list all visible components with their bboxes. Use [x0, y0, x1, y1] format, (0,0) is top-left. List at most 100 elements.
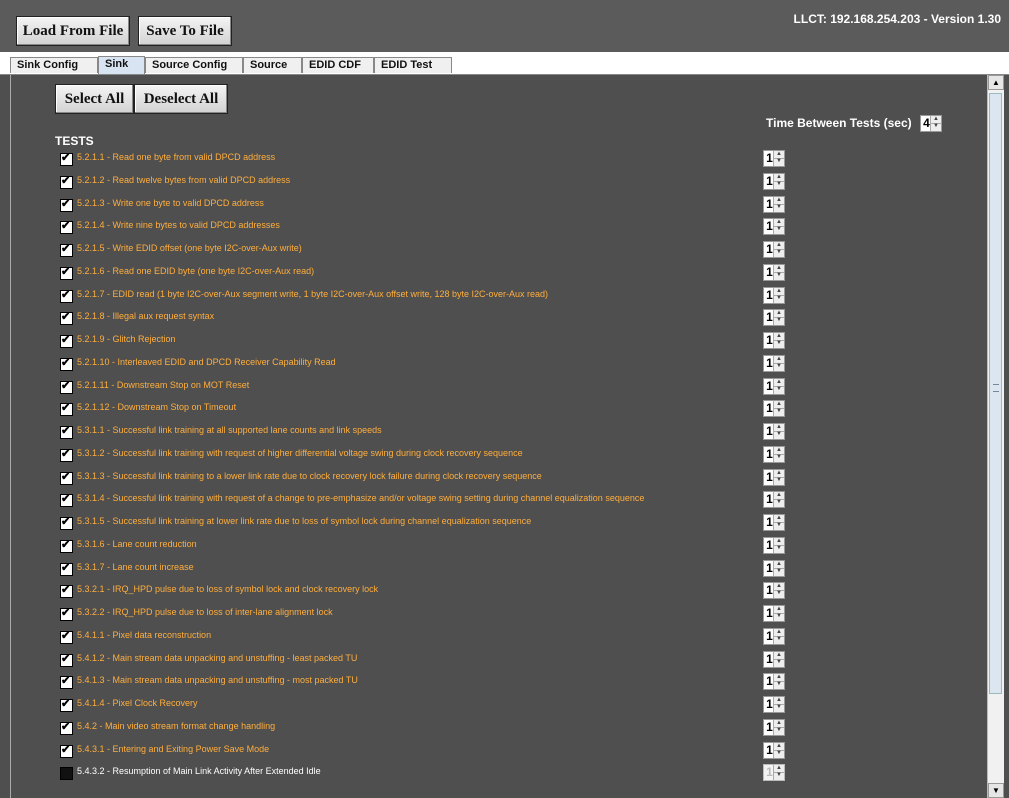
test-checkbox[interactable] [60, 583, 73, 598]
spinner-down-icon[interactable]: ▼ [774, 226, 784, 233]
test-checkbox[interactable] [60, 424, 73, 439]
test-repeat-spinner[interactable]: 1 ▲ ▼ [763, 241, 785, 258]
spinner-down-icon[interactable]: ▼ [774, 568, 784, 575]
test-checkbox[interactable] [60, 720, 73, 735]
tab-edid-cdf[interactable]: EDID CDF [302, 57, 374, 73]
test-checkbox[interactable] [60, 310, 73, 325]
test-repeat-spinner[interactable]: 1 ▲ ▼ [763, 332, 785, 349]
test-checkbox[interactable] [60, 333, 73, 348]
test-checkbox[interactable] [60, 492, 73, 507]
test-repeat-spinner[interactable]: 1 ▲ ▼ [763, 469, 785, 486]
test-checkbox[interactable] [60, 743, 73, 758]
tab-source[interactable]: Source [243, 57, 302, 73]
test-checkbox[interactable] [60, 629, 73, 644]
vertical-scrollbar[interactable]: ▲ ▼ [987, 75, 1004, 798]
time-between-tests-spinner[interactable]: 4 ▲ ▼ [920, 115, 942, 132]
test-checkbox[interactable] [60, 515, 73, 530]
spinner-down-icon[interactable]: ▼ [774, 659, 784, 666]
tab-sink[interactable]: Sink [98, 56, 145, 74]
test-repeat-spinner[interactable]: 1 ▲ ▼ [763, 150, 785, 167]
test-checkbox[interactable] [60, 447, 73, 462]
test-repeat-spinner[interactable]: 1 ▲ ▼ [763, 378, 785, 395]
tab-sink-config[interactable]: Sink Config [10, 57, 98, 73]
test-checkbox[interactable] [60, 379, 73, 394]
test-checkbox[interactable] [60, 265, 73, 280]
test-repeat-spinner[interactable]: 1 ▲ ▼ [763, 491, 785, 508]
scroll-down-icon[interactable]: ▼ [988, 783, 1004, 798]
spinner-down-icon[interactable]: ▼ [774, 727, 784, 734]
test-repeat-spinner[interactable]: 1 ▲ ▼ [763, 764, 785, 781]
test-repeat-spinner[interactable]: 1 ▲ ▼ [763, 696, 785, 713]
test-repeat-spinner[interactable]: 1 ▲ ▼ [763, 582, 785, 599]
spinner-down-icon[interactable]: ▼ [774, 272, 784, 279]
select-all-button[interactable]: Select All [55, 84, 134, 114]
spinner-down-icon[interactable]: ▼ [774, 772, 784, 779]
spinner-down-icon[interactable]: ▼ [774, 408, 784, 415]
spinner-down-icon[interactable]: ▼ [774, 499, 784, 506]
scrollbar-thumb[interactable] [989, 93, 1002, 694]
spinner-down-icon[interactable]: ▼ [774, 454, 784, 461]
test-repeat-spinner[interactable]: 1 ▲ ▼ [763, 309, 785, 326]
spinner-down-icon[interactable]: ▼ [774, 613, 784, 620]
test-checkbox[interactable] [60, 219, 73, 234]
tab-edid-test[interactable]: EDID Test [374, 57, 452, 73]
test-checkbox[interactable] [60, 561, 73, 576]
test-checkbox[interactable] [60, 174, 73, 189]
test-checkbox[interactable] [60, 288, 73, 303]
spinner-down-icon[interactable]: ▼ [774, 295, 784, 302]
test-repeat-spinner[interactable]: 1 ▲ ▼ [763, 264, 785, 281]
test-checkbox[interactable] [60, 697, 73, 712]
test-repeat-spinner[interactable]: 1 ▲ ▼ [763, 287, 785, 304]
spinner-down-icon[interactable]: ▼ [774, 363, 784, 370]
scroll-up-icon[interactable]: ▲ [988, 75, 1004, 90]
tab-source-config[interactable]: Source Config [145, 57, 243, 73]
spinner-down-icon[interactable]: ▼ [774, 636, 784, 643]
test-repeat-spinner[interactable]: 1 ▲ ▼ [763, 742, 785, 759]
test-repeat-spinner[interactable]: 1 ▲ ▼ [763, 673, 785, 690]
spinner-down-icon[interactable]: ▼ [774, 681, 784, 688]
spinner-down-icon[interactable]: ▼ [774, 317, 784, 324]
test-checkbox[interactable] [60, 652, 73, 667]
test-repeat-spinner[interactable]: 1 ▲ ▼ [763, 355, 785, 372]
test-repeat-spinner[interactable]: 1 ▲ ▼ [763, 423, 785, 440]
spinner-down-icon[interactable]: ▼ [774, 477, 784, 484]
spinner-down-icon[interactable]: ▼ [774, 750, 784, 757]
spinner-down-icon[interactable]: ▼ [774, 704, 784, 711]
test-repeat-spinner[interactable]: 1 ▲ ▼ [763, 196, 785, 213]
spinner-down-icon[interactable]: ▼ [774, 590, 784, 597]
test-repeat-spinner[interactable]: 1 ▲ ▼ [763, 719, 785, 736]
test-repeat-spinner[interactable]: 1 ▲ ▼ [763, 537, 785, 554]
save-to-file-button[interactable]: Save To File [138, 16, 232, 46]
test-checkbox[interactable] [60, 356, 73, 371]
test-repeat-spinner[interactable]: 1 ▲ ▼ [763, 628, 785, 645]
test-repeat-spinner[interactable]: 1 ▲ ▼ [763, 446, 785, 463]
test-repeat-spinner[interactable]: 1 ▲ ▼ [763, 560, 785, 577]
test-checkbox[interactable] [60, 197, 73, 212]
test-checkbox[interactable] [60, 242, 73, 257]
test-repeat-spinner[interactable]: 1 ▲ ▼ [763, 651, 785, 668]
test-repeat-spinner[interactable]: 1 ▲ ▼ [763, 173, 785, 190]
test-checkbox[interactable] [60, 151, 73, 166]
test-repeat-spinner[interactable]: 1 ▲ ▼ [763, 514, 785, 531]
spinner-down-icon[interactable]: ▼ [774, 158, 784, 165]
test-repeat-spinner[interactable]: 1 ▲ ▼ [763, 218, 785, 235]
spinner-down-icon[interactable]: ▼ [774, 181, 784, 188]
spinner-down-icon[interactable]: ▼ [774, 386, 784, 393]
test-checkbox[interactable] [60, 767, 73, 780]
test-repeat-spinner[interactable]: 1 ▲ ▼ [763, 605, 785, 622]
test-repeat-spinner[interactable]: 1 ▲ ▼ [763, 400, 785, 417]
spinner-down-icon[interactable]: ▼ [931, 123, 941, 130]
test-checkbox[interactable] [60, 606, 73, 621]
test-checkbox[interactable] [60, 470, 73, 485]
spinner-down-icon[interactable]: ▼ [774, 204, 784, 211]
load-from-file-button[interactable]: Load From File [16, 16, 130, 46]
spinner-down-icon[interactable]: ▼ [774, 431, 784, 438]
test-checkbox[interactable] [60, 401, 73, 416]
spinner-down-icon[interactable]: ▼ [774, 522, 784, 529]
spinner-down-icon[interactable]: ▼ [774, 545, 784, 552]
spinner-down-icon[interactable]: ▼ [774, 249, 784, 256]
spinner-down-icon[interactable]: ▼ [774, 340, 784, 347]
test-checkbox[interactable] [60, 538, 73, 553]
test-checkbox[interactable] [60, 674, 73, 689]
deselect-all-button[interactable]: Deselect All [134, 84, 228, 114]
